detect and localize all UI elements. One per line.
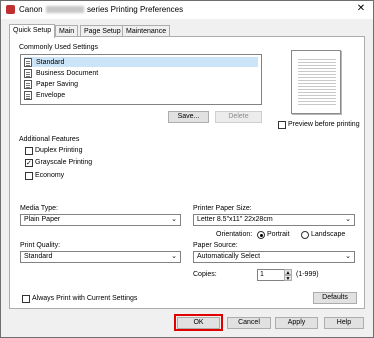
list-item-business-document[interactable]: Business Document — [24, 68, 98, 78]
ok-button[interactable]: OK — [177, 317, 220, 329]
close-icon[interactable]: ✕ — [355, 3, 367, 14]
orientation-label: Orientation: — [216, 231, 253, 238]
list-item-paper-saving[interactable]: Paper Saving — [24, 79, 78, 89]
delete-button[interactable]: Delete — [215, 111, 262, 123]
paper-source-select[interactable]: Automatically Select ⌄ — [193, 251, 355, 263]
print-quality-select[interactable]: Standard ⌄ — [20, 251, 181, 263]
printer-paper-size-value: Letter 8.5"x11" 22x28cm — [197, 216, 273, 223]
chevron-down-icon: ⌄ — [345, 216, 351, 223]
printing-preferences-window: Canon series Printing Preferences ✕ Quic… — [0, 0, 374, 338]
list-item-label: Envelope — [36, 91, 66, 99]
document-icon — [24, 68, 32, 78]
list-item-envelope[interactable]: Envelope — [24, 90, 65, 100]
list-item-label: Business Document — [36, 69, 99, 77]
printer-paper-size-select[interactable]: Letter 8.5"x11" 22x28cm ⌄ — [193, 214, 355, 226]
print-quality-value: Standard — [24, 253, 53, 260]
printer-paper-size-label: Printer Paper Size: — [193, 205, 252, 212]
always-print-label: Always Print with Current Settings — [32, 295, 138, 302]
duplex-printing-label: Duplex Printing — [35, 147, 83, 154]
list-item-label: Standard — [36, 58, 65, 66]
tab-quick-setup[interactable]: Quick Setup — [9, 24, 56, 38]
additional-features-heading: Additional Features — [19, 136, 80, 143]
page-preview — [291, 50, 341, 114]
copies-value: 1 — [260, 271, 264, 278]
envelope-icon — [24, 90, 32, 100]
grayscale-printing-checkbox[interactable] — [25, 159, 33, 167]
spin-down-icon[interactable]: ▼ — [284, 275, 292, 282]
list-item-label: Paper Saving — [36, 80, 79, 88]
apply-button[interactable]: Apply — [275, 317, 318, 329]
economy-checkbox[interactable] — [25, 172, 33, 180]
printer-app-icon — [6, 5, 15, 14]
help-button[interactable]: Help — [324, 317, 364, 329]
grayscale-printing-label: Grayscale Printing — [35, 159, 93, 166]
print-quality-label: Print Quality: — [20, 242, 61, 249]
preview-before-printing-label: Preview before printing — [288, 121, 360, 128]
chevron-down-icon: ⌄ — [171, 253, 177, 260]
always-print-checkbox[interactable] — [22, 295, 30, 303]
commonly-used-heading: Commonly Used Settings — [19, 44, 98, 51]
landscape-label: Landscape — [311, 231, 346, 238]
title-suffix: series Printing Preferences — [87, 5, 184, 14]
title-bar: Canon series Printing Preferences ✕ — [1, 1, 373, 19]
media-type-select[interactable]: Plain Paper ⌄ — [20, 214, 181, 226]
commonly-used-list[interactable]: Standard Business Document Paper Saving … — [20, 54, 262, 105]
chevron-down-icon: ⌄ — [345, 253, 351, 260]
portrait-label: Portrait — [267, 231, 290, 238]
save-button[interactable]: Save... — [168, 111, 209, 123]
title-prefix: Canon — [19, 5, 43, 14]
paper-source-value: Automatically Select — [197, 253, 261, 260]
document-icon — [24, 57, 32, 67]
preview-before-printing-checkbox[interactable] — [278, 121, 286, 129]
cancel-button[interactable]: Cancel — [227, 317, 271, 329]
media-type-label: Media Type: — [20, 205, 59, 212]
defaults-button[interactable]: Defaults — [313, 292, 357, 304]
model-name-redacted — [45, 6, 84, 13]
portrait-radio[interactable] — [257, 231, 265, 239]
window-title: Canon series Printing Preferences — [19, 5, 183, 14]
duplex-printing-checkbox[interactable] — [25, 147, 33, 155]
document-icon — [24, 79, 32, 89]
landscape-radio[interactable] — [301, 231, 309, 239]
chevron-down-icon: ⌄ — [171, 216, 177, 223]
economy-label: Economy — [35, 172, 65, 179]
copies-label: Copies: — [193, 271, 217, 278]
copies-range: (1-999) — [296, 271, 319, 278]
list-item-standard[interactable]: Standard — [24, 57, 258, 67]
media-type-value: Plain Paper — [24, 216, 61, 223]
preview-text-lines — [298, 59, 336, 107]
paper-source-label: Paper Source: — [193, 242, 238, 249]
